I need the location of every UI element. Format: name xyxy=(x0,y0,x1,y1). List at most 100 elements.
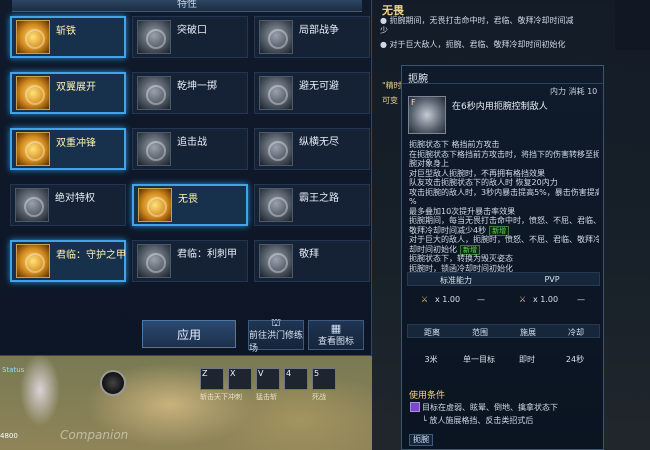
side-label-1: "精时 xyxy=(382,81,402,90)
tooltip-line: 对于巨大的敌人，扼腕时，愤怒、不屈、君临、敬拜冷 xyxy=(409,235,599,244)
skill-card[interactable]: 突破口 xyxy=(132,16,248,58)
skill-icon xyxy=(16,76,50,110)
stat-header-row: 距离 范围 施展 冷却 xyxy=(407,324,600,338)
hotbar-slot[interactable]: V xyxy=(256,368,280,390)
character-portrait-art xyxy=(10,330,70,440)
skill-card[interactable]: 乾坤一掷 xyxy=(132,72,248,114)
target-portrait[interactable] xyxy=(100,370,126,396)
tooltip-line-text: 扼腕期间，每当无畏打击命中时，愤怒、不屈、君临、 xyxy=(409,216,599,225)
skill-name: 敬拜 xyxy=(299,249,319,260)
tooltip-line-text: 攻击扼腕的敌人时，3秒内暴击提高5%，暴击伤害提高1 xyxy=(409,187,599,197)
stat-value: 单一目标 xyxy=(463,355,495,364)
stat-value: 即时 xyxy=(519,355,535,364)
tooltip-line: 扼腕状态下 格挡前方攻击 xyxy=(409,140,599,149)
status-badge: Status xyxy=(2,366,25,374)
tooltip-skill-name: 扼腕 xyxy=(408,74,428,85)
multiplier-row: ⚔ x 1.00 — ⚔ x 1.00 — xyxy=(407,290,600,310)
tooltip-line: 攻击扼腕的敌人时，3秒内暴击提高5%，暴击伤害提高1 xyxy=(409,188,599,197)
tooltip-line: 队友攻击扼腕状态下的敌人时 恢复20内力 xyxy=(409,178,599,187)
hotbar-slot[interactable]: Z xyxy=(200,368,224,390)
hotbar-skill-label: 斩击天下 xyxy=(200,393,228,401)
tooltip-line-text: 在扼腕状态下格挡前方攻击时，将挡下的伤害转移至扼 xyxy=(409,149,599,159)
tooltip-line: 最多叠加10次提升暴击率效果 xyxy=(409,207,599,216)
skill-card[interactable]: 绝对特权 xyxy=(10,184,126,226)
skill-row: 斩铁 突破口 局部战争 xyxy=(8,16,370,68)
tooltip-footer-button[interactable]: 扼腕 xyxy=(409,434,433,446)
skill-name: 无畏 xyxy=(178,194,198,205)
skill-card[interactable]: 斩铁 xyxy=(10,16,126,58)
tooltip-line-text: 扼腕状态下，转换为毁灭姿态 xyxy=(409,254,513,263)
training-ground-button[interactable]: ⛫ 前往洪门修练场 xyxy=(248,317,304,354)
tooltip-line: % xyxy=(409,197,599,206)
skill-card[interactable]: 君临：守护之甲 xyxy=(10,240,126,282)
skill-card[interactable]: 纵横无尽 xyxy=(254,128,370,170)
new-tag: 新增 xyxy=(460,244,480,255)
skill-name: 双重冲锋 xyxy=(56,138,96,149)
tooltip-line-text: 腕对象身上 xyxy=(409,159,449,168)
tooltip-line: 腕对象身上 xyxy=(409,159,599,168)
swords-icon: ⚔ xyxy=(421,295,429,304)
tooltip-line-text: 敬拜冷却时间减少4秒 xyxy=(409,225,487,235)
skill-icon xyxy=(259,20,293,54)
multiplier-standard: x 1.00 xyxy=(435,295,461,304)
stat-header: 距离 xyxy=(424,328,440,337)
skill-card[interactable]: 双重冲锋 xyxy=(10,128,126,170)
ability-header-row: 标准能力 PVP xyxy=(407,272,600,286)
tooltip-line-text: 对于巨大的敌人，扼腕时，愤怒、不屈、君临、敬拜冷 xyxy=(409,235,599,244)
stat-header: 冷却 xyxy=(568,328,584,337)
tooltip-line: 对巨型敌人扼腕时，不再拥有格挡效果 xyxy=(409,169,599,178)
stat-value: 24秒 xyxy=(565,355,585,364)
skill-card[interactable]: 霸王之路 xyxy=(254,184,370,226)
hotkey-label: 5 xyxy=(314,369,320,378)
tooltip-summary: 在6秒内用扼腕控制敌人 xyxy=(452,102,548,112)
tooltip-line-text: 队友攻击扼腕状态下的敌人时 恢复20内力 xyxy=(409,178,558,187)
skill-card[interactable]: 避无可避 xyxy=(254,72,370,114)
skill-icon xyxy=(137,76,171,110)
training-ground-label: 前往洪门修练场 xyxy=(249,330,304,354)
skill-card[interactable]: 追击战 xyxy=(132,128,248,170)
dash-icon: — xyxy=(477,295,485,304)
skill-name: 突破口 xyxy=(177,25,207,36)
hotbar-slot[interactable]: 5 xyxy=(312,368,336,390)
tooltip-line: 在扼腕状态下格挡前方攻击时，将挡下的伤害转移至扼 xyxy=(409,150,599,159)
hotbar-skill-label: 猛击斩 xyxy=(256,393,277,401)
stat-value: 3米 xyxy=(424,355,438,364)
skill-card[interactable]: 双翼展开 xyxy=(10,72,126,114)
standard-label: 标准能力 xyxy=(440,276,472,285)
skill-icon xyxy=(15,188,49,222)
grid-icon: ▦ xyxy=(330,322,342,335)
skill-name: 避无可避 xyxy=(299,81,339,92)
skill-icon xyxy=(259,76,293,110)
hotbar-slot[interactable]: X xyxy=(228,368,252,390)
skill-card[interactable]: 君临：利刺甲 xyxy=(132,240,248,282)
tooltip-line: 敬拜冷却时间减少4秒 新增 xyxy=(409,225,599,236)
stat-value-row: 3米 单一目标 即时 24秒 xyxy=(407,350,600,370)
apply-button[interactable]: 应用 xyxy=(142,320,236,348)
hotbar-slot[interactable]: 4 xyxy=(284,368,308,390)
skill-icon xyxy=(259,132,293,166)
dash-icon: — xyxy=(577,295,585,304)
skill-row: 绝对特权 无畏 霸王之路 xyxy=(8,184,370,236)
condition-icon xyxy=(410,402,420,412)
skill-name: 君临：利刺甲 xyxy=(177,249,237,260)
tooltip-line: 扼腕期间，每当无畏打击命中时，愤怒、不屈、君临、 xyxy=(409,216,599,225)
skill-name: 追击战 xyxy=(177,137,207,148)
skill-row: 君临：守护之甲 君临：利刺甲 敬拜 xyxy=(8,240,370,292)
hotkey-letter: F xyxy=(411,98,416,107)
view-icons-button[interactable]: ▦ 查看图标 xyxy=(308,320,364,350)
hotkey-label: X xyxy=(230,369,236,378)
skill-icon xyxy=(259,188,293,222)
skill-name: 斩铁 xyxy=(56,26,76,37)
skill-icon xyxy=(138,188,172,222)
skill-card[interactable]: 无畏 xyxy=(132,184,248,226)
tooltip-line-text: 对巨型敌人扼腕时，不再拥有格挡效果 xyxy=(409,168,545,178)
tooltip-line: 扼腕状态下，转换为毁灭姿态 xyxy=(409,254,599,263)
hotkey-label: 4 xyxy=(286,369,292,378)
tooltip-line-text: 最多叠加10次提升暴击率效果 xyxy=(409,206,516,216)
skill-card[interactable]: 局部战争 xyxy=(254,16,370,58)
skill-icon xyxy=(137,244,171,278)
skill-row: 双重冲锋 追击战 纵横无尽 xyxy=(8,128,370,180)
stat-header: 范围 xyxy=(472,328,488,337)
skill-name: 纵横无尽 xyxy=(299,137,339,148)
skill-card[interactable]: 敬拜 xyxy=(254,240,370,282)
